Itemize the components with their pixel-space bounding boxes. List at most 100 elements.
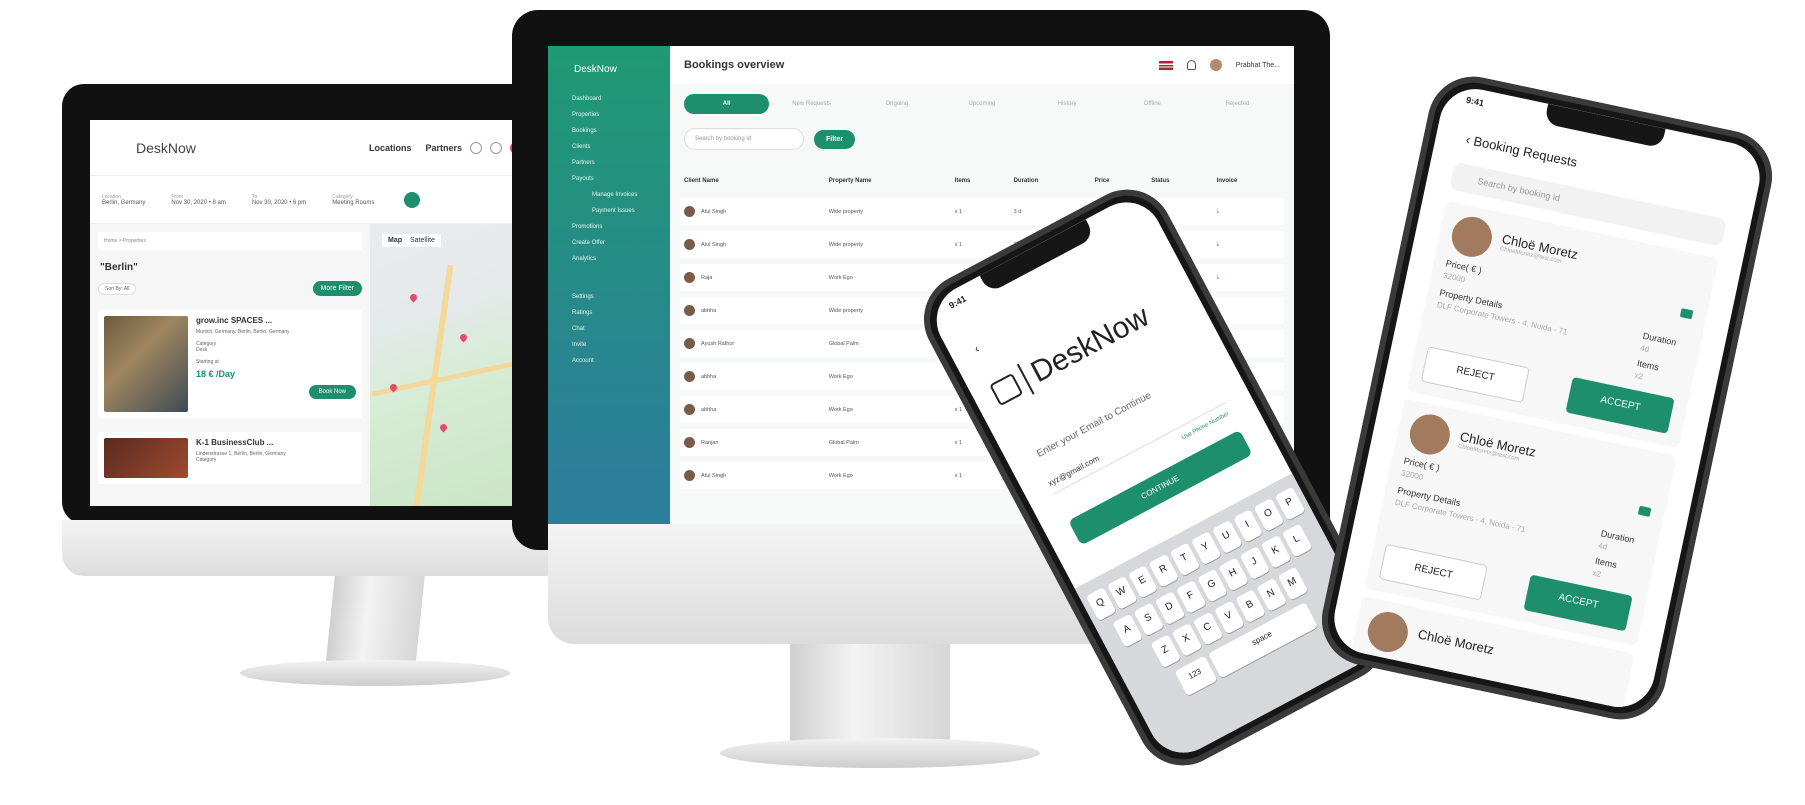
- key-123[interactable]: 123: [1174, 655, 1218, 697]
- tab-new-requests[interactable]: New Requests: [769, 94, 854, 114]
- us-flag-icon[interactable]: [1158, 60, 1173, 70]
- download-icon[interactable]: ⤓: [1217, 274, 1219, 280]
- heart-icon[interactable]: [470, 141, 482, 154]
- sidebar-item-payment-issues[interactable]: Payment Issues: [548, 203, 670, 219]
- map-type-tabs: Map Satellite: [382, 234, 441, 247]
- left-nav: Locations Partners: [369, 143, 462, 153]
- filter-button[interactable]: Filter: [814, 129, 856, 149]
- listing-name: grow.inc SPACES ...: [196, 316, 273, 325]
- avatar: [684, 437, 695, 448]
- nav-partners[interactable]: Partners: [425, 143, 462, 153]
- sidebar-item-create-offer[interactable]: Create Offer: [548, 235, 670, 251]
- map-pin-icon[interactable]: [458, 332, 469, 343]
- left-monitor-stand: [325, 576, 425, 668]
- sidebar-item-chat[interactable]: Chat: [548, 321, 670, 337]
- sidebar-item-bookings[interactable]: Bookings: [548, 123, 670, 139]
- to-field[interactable]: To Nov 30, 2020 • 6 pm: [252, 194, 306, 206]
- requests-phone: 9:41 ‹ Booking Requests Search by bookin…: [1313, 68, 1781, 728]
- sidebar-item-partners[interactable]: Partners: [548, 155, 670, 171]
- reject-button[interactable]: REJECT: [1378, 543, 1488, 601]
- invoice-cell[interactable]: ⤓: [1212, 264, 1284, 291]
- avatar: [1448, 213, 1496, 261]
- tab-rejected[interactable]: Rejected: [1195, 94, 1280, 114]
- sidebar-item-manage-invoices[interactable]: Manage Invoices: [548, 187, 670, 203]
- listing-card[interactable]: K-1 BusinessClub ... Lindenstrasse 1, Be…: [98, 432, 362, 484]
- col-client: Client Name: [684, 178, 719, 184]
- tab-offline[interactable]: Offline: [1110, 94, 1195, 114]
- table-row[interactable]: Atul SinghWide propertyx 13 d690 €⤓: [680, 198, 1284, 225]
- sidebar-item-dashboard[interactable]: Dashboard: [548, 91, 670, 107]
- listing-address: Munich, Germany, Berlin, Berlin, Germany: [196, 329, 290, 335]
- sidebar-item-settings[interactable]: Settings: [548, 289, 670, 305]
- avatar: [1406, 410, 1454, 459]
- invoice-cell[interactable]: ⤓: [1212, 231, 1284, 258]
- table-row[interactable]: Atul SinghWide propertyx 13 d⤓: [680, 231, 1284, 258]
- sidebar-item-account[interactable]: Account: [548, 353, 670, 369]
- back-chevron-icon[interactable]: ‹: [972, 342, 982, 356]
- tab-upcoming[interactable]: Upcoming: [939, 94, 1024, 114]
- property-cell: Global Palm: [824, 429, 951, 456]
- sidebar-item-invite[interactable]: Invite: [548, 337, 670, 353]
- desk-logo-icon: [989, 372, 1024, 407]
- booking-search-input[interactable]: Search by booking id: [684, 128, 804, 150]
- nav-locations[interactable]: Locations: [369, 143, 412, 153]
- accept-button[interactable]: ACCEPT: [1523, 574, 1633, 632]
- tab-history[interactable]: History: [1025, 94, 1110, 114]
- booking-tabs: All New Requests Ongoing Upcoming Histor…: [670, 84, 1294, 124]
- col-status: Status: [1151, 178, 1170, 184]
- left-logo: DeskNow: [136, 139, 196, 156]
- more-filter-button[interactable]: More Filter: [312, 281, 362, 296]
- avatar: [684, 239, 695, 250]
- listing-card[interactable]: grow.inc SPACES ... Munich, Germany, Ber…: [98, 310, 362, 418]
- sidebar-item-clients[interactable]: Clients: [548, 139, 670, 155]
- sidebar-item-analytics[interactable]: Analytics: [548, 251, 670, 267]
- listing-price: 18 € /Day: [196, 369, 236, 379]
- location-field[interactable]: Location Berlin, Germany: [102, 194, 145, 206]
- sort-select[interactable]: Sort By: All: [98, 282, 137, 295]
- client-cell: abhha: [680, 396, 825, 423]
- user-name[interactable]: Prabhat The...: [1236, 62, 1280, 69]
- property-cell: Work Ego: [824, 396, 951, 423]
- status-time: 9:41: [947, 293, 968, 311]
- chat-icon[interactable]: [1679, 308, 1694, 320]
- tab-ongoing[interactable]: Ongoing: [854, 94, 939, 114]
- bell-icon[interactable]: [1186, 60, 1196, 70]
- category-field[interactable]: Category Meeting Rooms: [332, 194, 374, 206]
- download-icon[interactable]: ⤓: [1217, 241, 1219, 247]
- avatar: [684, 305, 695, 316]
- client-cell: Atul Singh: [680, 231, 825, 258]
- phone-notch: [1544, 103, 1666, 149]
- from-field[interactable]: From Nov 30, 2020 • 8 am: [171, 194, 225, 206]
- search-go-button[interactable]: [404, 191, 421, 208]
- listing-photo: [104, 316, 188, 412]
- avatar: [684, 206, 695, 217]
- tab-satellite[interactable]: Satellite: [410, 237, 435, 244]
- map-pin-icon[interactable]: [438, 422, 449, 433]
- client-cell: Ayush Rathor: [680, 330, 825, 357]
- client-cell: Atul Singh: [680, 198, 825, 225]
- tab-map[interactable]: Map: [388, 237, 402, 244]
- sidebar-item-ratings[interactable]: Ratings: [548, 305, 670, 321]
- category-value: Desk: [196, 347, 208, 353]
- sidebar-item-payouts[interactable]: Payouts: [548, 171, 670, 187]
- client-cell: Ranjan: [680, 429, 825, 456]
- reject-button[interactable]: REJECT: [1420, 346, 1530, 403]
- breadcrumb: Home > Properties: [98, 232, 362, 250]
- download-icon[interactable]: ⤓: [1217, 208, 1219, 214]
- requests-screen: 9:41 ‹ Booking Requests Search by bookin…: [1327, 82, 1767, 714]
- client-cell: abhha: [680, 363, 825, 390]
- left-screen: DeskNow Locations Partners Location Berli…: [90, 120, 540, 506]
- sidebar-item-promotions[interactable]: Promotions: [548, 219, 670, 235]
- category-label: Category: [196, 457, 217, 463]
- avatar[interactable]: [1209, 59, 1222, 71]
- chat-icon[interactable]: [1637, 505, 1652, 517]
- book-now-button[interactable]: Book Now: [308, 385, 356, 399]
- tab-all[interactable]: All: [684, 94, 770, 114]
- listing-name: K-1 BusinessClub ...: [196, 438, 274, 447]
- sidebar-item-properties[interactable]: Properties: [548, 107, 670, 123]
- map-pin-icon[interactable]: [408, 292, 419, 303]
- col-invoice: Invoice: [1216, 178, 1238, 184]
- accept-button[interactable]: ACCEPT: [1565, 376, 1675, 434]
- chat-icon[interactable]: [490, 141, 502, 154]
- invoice-cell[interactable]: ⤓: [1212, 198, 1284, 225]
